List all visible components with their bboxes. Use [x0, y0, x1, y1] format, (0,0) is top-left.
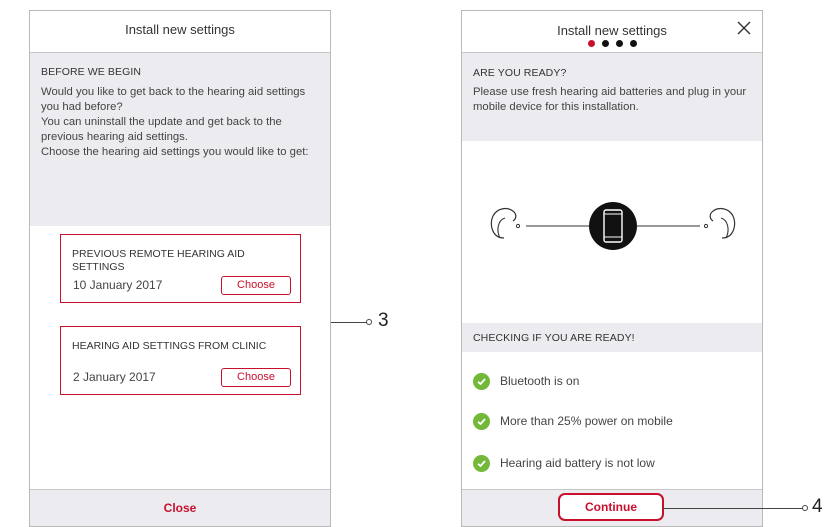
- install-settings-screen-uninstall: Install new settings BEFORE WE BEGIN Wou…: [29, 10, 331, 527]
- ready-panel: ARE YOU READY? Please use fresh hearing …: [462, 53, 762, 141]
- check-item-battery: Hearing aid battery is not low: [473, 453, 752, 473]
- check-circle-icon: [473, 412, 490, 430]
- card-title: HEARING AID SETTINGS FROM CLINIC: [72, 340, 267, 352]
- choose-button[interactable]: Choose: [221, 276, 291, 295]
- page-title: Install new settings: [557, 23, 667, 38]
- card-date: 10 January 2017: [73, 278, 163, 292]
- check-circle-icon: [473, 454, 490, 472]
- check-item-bluetooth: Bluetooth is on: [473, 371, 752, 391]
- footer: Close: [30, 489, 330, 526]
- hearing-aid-left-icon: [490, 207, 521, 239]
- callout-number: 4: [812, 496, 823, 517]
- pagination-dot-active: [587, 40, 595, 47]
- callout-dot: [366, 319, 372, 325]
- checks-header-panel: CHECKING IF YOU ARE READY!: [462, 323, 762, 352]
- section-title: BEFORE WE BEGIN: [41, 66, 142, 78]
- header: Install new settings: [30, 11, 330, 53]
- hearing-aid-right-icon: [703, 207, 736, 239]
- card-date: 2 January 2017: [73, 370, 156, 384]
- previous-settings-card[interactable]: PREVIOUS REMOTE HEARING AID SETTINGS 10 …: [60, 234, 301, 303]
- card-title: PREVIOUS REMOTE HEARING AID SETTINGS: [72, 248, 245, 273]
- check-label: More than 25% power on mobile: [500, 414, 673, 428]
- intro-text: Would you like to get back to the hearin…: [41, 86, 309, 158]
- close-button[interactable]: Close: [30, 501, 330, 515]
- callout-dot: [802, 505, 808, 511]
- clinic-settings-card[interactable]: HEARING AID SETTINGS FROM CLINIC 2 Janua…: [60, 326, 301, 395]
- connection-illustration: [490, 202, 736, 250]
- pagination-dot: [629, 40, 637, 47]
- pagination-dot: [601, 40, 609, 47]
- pagination-dot: [615, 40, 623, 47]
- close-icon[interactable]: [736, 20, 752, 36]
- intro-panel: BEFORE WE BEGIN Would you like to get ba…: [30, 53, 330, 226]
- callout-line: [331, 322, 367, 323]
- choose-button[interactable]: Choose: [221, 368, 291, 387]
- pagination-dots: [462, 40, 762, 48]
- check-label: Hearing aid battery is not low: [500, 456, 655, 470]
- install-settings-screen-ready: Install new settings ARE YOU READY? Plea…: [461, 10, 763, 527]
- continue-button[interactable]: Continue: [558, 493, 664, 521]
- page-title: Install new settings: [125, 22, 235, 37]
- smartphone-icon: [589, 202, 637, 250]
- callout-line: [663, 508, 803, 509]
- ready-text: Please use fresh hearing aid batteries a…: [473, 86, 747, 113]
- check-label: Bluetooth is on: [500, 374, 580, 388]
- check-item-power: More than 25% power on mobile: [473, 411, 752, 431]
- check-circle-icon: [473, 372, 490, 390]
- section-title: ARE YOU READY?: [473, 67, 567, 79]
- callout-number: 3: [378, 310, 389, 331]
- header: Install new settings: [462, 11, 762, 53]
- checks-title: CHECKING IF YOU ARE READY!: [473, 332, 635, 344]
